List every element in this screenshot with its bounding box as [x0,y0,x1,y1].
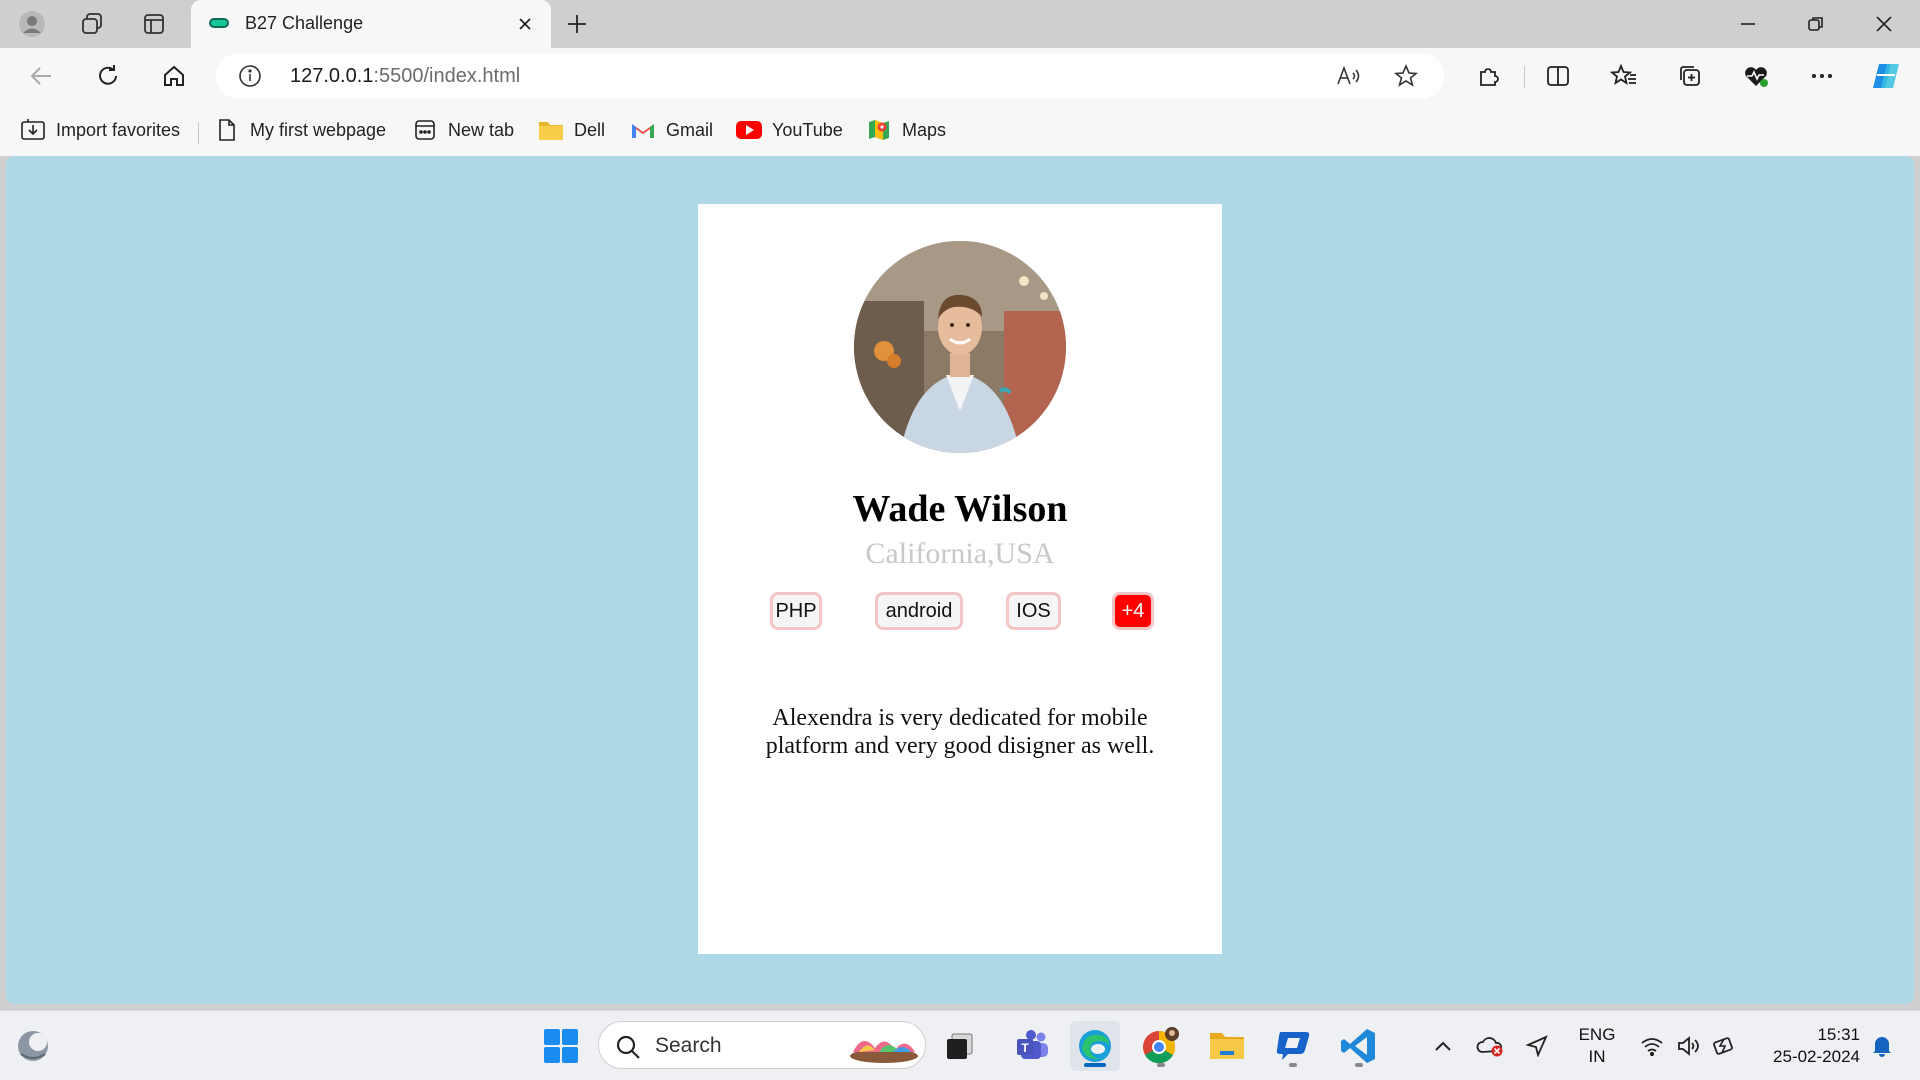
new-tab-icon[interactable] [561,10,593,38]
gmail-icon [630,117,656,143]
weather-widget-icon[interactable] [8,1021,58,1071]
onedrive-error-icon[interactable] [1474,1021,1508,1071]
read-aloud-icon[interactable] [1332,61,1364,91]
battery-charging-icon[interactable] [1710,1021,1740,1071]
page-viewport: Wade Wilson California,USA PHP android I… [6,156,1914,1004]
start-windows-icon[interactable] [536,1021,586,1071]
more-menu-icon[interactable] [1802,58,1842,94]
windows-taskbar: Search T ENG IN 15:31 25-02-2024 [0,1010,1920,1080]
site-info-icon[interactable] [238,64,262,88]
copilot-icon[interactable] [1866,58,1906,94]
edge-active-indicator [1084,1063,1106,1067]
import-icon [20,117,46,143]
bookmarks-bar: Import favorites My first webpage New ta… [0,104,1920,156]
url-path: :5500/index.html [373,65,521,87]
address-bar[interactable]: 127.0.0.1:5500/index.html [216,53,1444,99]
bookmark-label: Gmail [666,119,714,140]
skill-badge-android[interactable]: android [875,592,963,630]
bookmark-import-favorites[interactable]: Import favorites [20,116,180,144]
skill-badge-ios[interactable]: IOS [1006,592,1061,630]
bookmark-label: My first webpage [250,119,387,140]
back-icon[interactable] [22,58,62,94]
tab-favicon-icon [209,18,229,28]
close-tab-icon[interactable] [513,12,537,36]
wifi-icon[interactable] [1638,1021,1666,1071]
refresh-icon[interactable] [88,58,128,94]
newtab-icon [412,117,438,143]
file-explorer-icon[interactable] [1202,1021,1252,1071]
chrome-running-indicator [1157,1063,1165,1067]
profile-photo [854,241,1066,453]
clock-date: 25-02-2024 [1773,1047,1860,1066]
language-indicator[interactable]: ENG IN [1574,1021,1620,1071]
vscode-running-indicator [1355,1063,1363,1067]
show-hidden-icons-chevron-icon[interactable] [1428,1021,1458,1071]
bookmark-dell[interactable]: Dell [538,116,605,144]
notification-bell-icon[interactable] [1866,1021,1898,1071]
profile-location: California,USA [865,537,1055,570]
extensions-icon[interactable] [1468,58,1508,94]
collections-icon[interactable] [1670,58,1710,94]
search-icon [615,1034,641,1060]
teams-app-icon[interactable]: T [1008,1021,1058,1071]
url-host: 127.0.0.1 [290,65,374,87]
language-primary: ENG [1578,1025,1616,1044]
profile-name: Wade Wilson [852,488,1068,530]
vscode-app-icon[interactable] [1334,1021,1384,1071]
language-secondary: IN [1588,1047,1606,1066]
remote-app-icon[interactable] [1268,1021,1318,1071]
bookmark-label: Dell [574,119,606,140]
volume-icon[interactable] [1674,1021,1704,1071]
search-highlight-icon [849,1028,919,1069]
minimize-icon[interactable] [1724,6,1772,42]
clock-time: 15:31 [1817,1025,1860,1044]
bookmark-my-first-webpage[interactable]: My first webpage [214,116,386,144]
taskbar-search-box[interactable]: Search [598,1021,926,1069]
vertical-tabs-icon[interactable] [136,8,172,40]
bookmark-new-tab[interactable]: New tab [412,116,514,144]
folder-icon [538,117,564,143]
split-screen-icon[interactable] [1538,58,1578,94]
tab-title: B27 Challenge [245,13,364,33]
maps-icon [866,117,892,143]
remote-running-indicator [1289,1063,1297,1067]
location-arrow-icon[interactable] [1522,1021,1552,1071]
skill-badge-php[interactable]: PHP [770,592,822,630]
clock[interactable]: 15:31 25-02-2024 [1754,1021,1860,1071]
task-view-icon[interactable] [935,1021,985,1071]
browser-toolbar: 127.0.0.1:5500/index.html [0,48,1920,104]
browser-essentials-icon[interactable] [1736,58,1776,94]
profile-card: Wade Wilson California,USA PHP android I… [698,204,1222,954]
svg-text:T: T [1021,1041,1029,1055]
page-icon [214,117,240,143]
favorites-icon[interactable] [1604,58,1644,94]
chrome-app-icon[interactable] [1136,1021,1186,1071]
bookmark-label: YouTube [772,119,843,140]
youtube-icon [736,117,762,143]
restore-icon[interactable] [1792,6,1840,42]
add-favorite-star-icon[interactable] [1390,61,1422,91]
bookmark-label: Import favorites [56,119,181,140]
close-window-icon[interactable] [1860,6,1908,42]
bookmark-gmail[interactable]: Gmail [630,116,713,144]
more-skills-badge[interactable]: +4 [1112,592,1154,630]
url-text[interactable]: 127.0.0.1:5500/index.html [290,65,520,88]
bookmark-label: Maps [902,119,947,140]
bookmark-maps[interactable]: Maps [866,116,946,144]
toolbar-separator [1524,66,1525,88]
profile-avatar-icon[interactable] [14,8,50,40]
search-placeholder: Search [655,1034,722,1057]
workspaces-icon[interactable] [74,8,110,40]
skills-list: PHP android IOS +4 [698,592,1222,632]
browser-titlebar: B27 Challenge [0,0,1920,48]
active-tab[interactable]: B27 Challenge [191,0,551,48]
profile-bio: Alexendra is very dedicated for mobile p… [765,705,1155,759]
edge-app-icon[interactable] [1070,1021,1120,1071]
bookmark-label: New tab [448,119,515,140]
home-icon[interactable] [154,58,194,94]
bookmarks-separator [198,122,199,144]
bookmark-youtube[interactable]: YouTube [736,116,843,144]
